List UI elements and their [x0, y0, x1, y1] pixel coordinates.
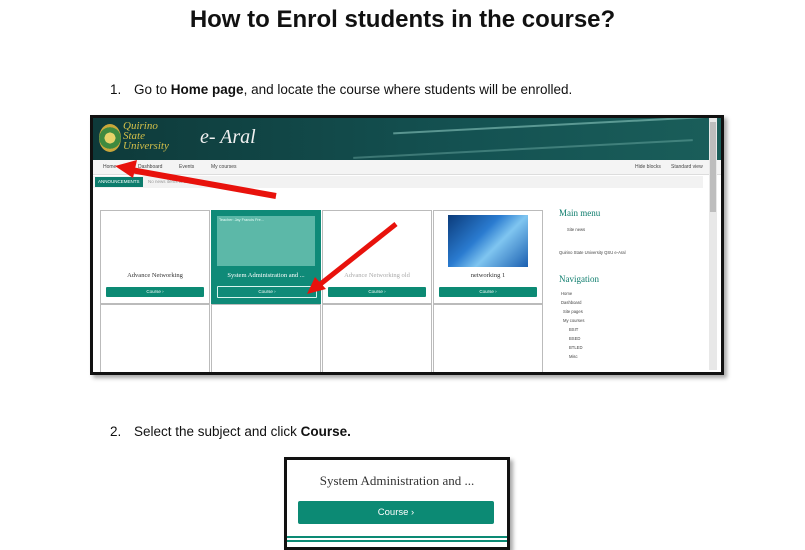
arrow-to-course	[316, 222, 398, 288]
step-bold: Home page	[170, 82, 244, 97]
step-1: 1. Go to Home page, and locate the course…	[110, 82, 572, 97]
step-text: Go to	[134, 82, 171, 97]
step-number: 1.	[110, 82, 122, 97]
screenshot-course-card: System Administration and ... Course ›	[284, 457, 510, 550]
annotation-arrows	[115, 160, 398, 294]
step-number: 2.	[110, 424, 122, 439]
course-button[interactable]: Course ›	[298, 501, 494, 524]
card-stripe	[287, 536, 507, 538]
card-stripe	[287, 540, 507, 542]
step-bold: Course.	[300, 424, 351, 439]
page-title: How to Enrol students in the course?	[189, 6, 616, 33]
screenshot-home-page: Quirino State University e- Aral Home Da…	[90, 115, 724, 375]
arrow-to-home	[130, 167, 277, 199]
course-name: System Administration and ...	[319, 473, 475, 488]
step-2: 2. Select the subject and click Course.	[110, 424, 351, 439]
arrow-head-home-icon	[115, 160, 137, 178]
step-text: Select the subject and click	[134, 424, 301, 439]
step-text-end: , and locate the course where students w…	[243, 82, 573, 97]
